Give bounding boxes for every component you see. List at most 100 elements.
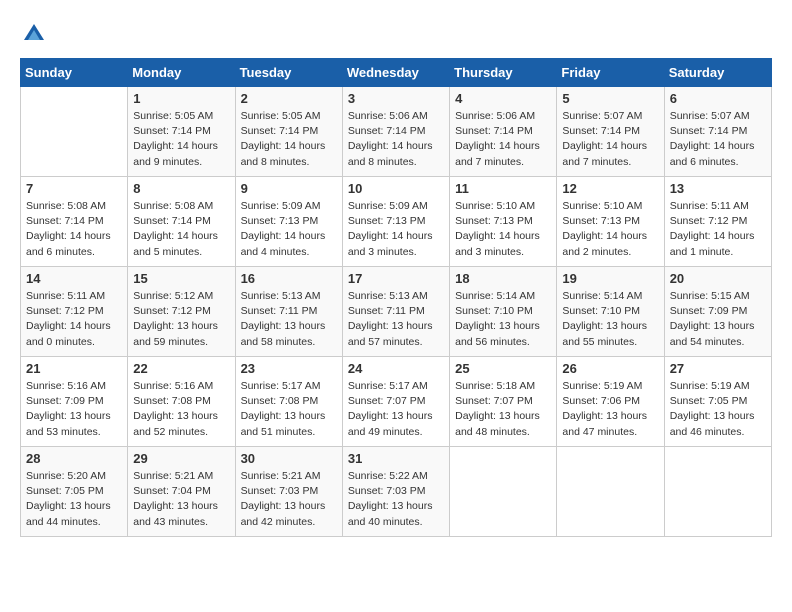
day-number: 24 — [348, 361, 444, 376]
day-info: Sunrise: 5:10 AM Sunset: 7:13 PM Dayligh… — [455, 199, 551, 260]
day-info: Sunrise: 5:06 AM Sunset: 7:14 PM Dayligh… — [455, 109, 551, 170]
day-number: 6 — [670, 91, 766, 106]
day-info: Sunrise: 5:05 AM Sunset: 7:14 PM Dayligh… — [241, 109, 337, 170]
calendar-header-row: SundayMondayTuesdayWednesdayThursdayFrid… — [21, 59, 772, 87]
day-info: Sunrise: 5:09 AM Sunset: 7:13 PM Dayligh… — [241, 199, 337, 260]
day-number: 21 — [26, 361, 122, 376]
day-info: Sunrise: 5:19 AM Sunset: 7:06 PM Dayligh… — [562, 379, 658, 440]
day-info: Sunrise: 5:15 AM Sunset: 7:09 PM Dayligh… — [670, 289, 766, 350]
calendar-cell: 31 Sunrise: 5:22 AM Sunset: 7:03 PM Dayli… — [342, 447, 449, 537]
calendar-cell: 7 Sunrise: 5:08 AM Sunset: 7:14 PM Daylig… — [21, 177, 128, 267]
day-info: Sunrise: 5:20 AM Sunset: 7:05 PM Dayligh… — [26, 469, 122, 530]
day-info: Sunrise: 5:16 AM Sunset: 7:08 PM Dayligh… — [133, 379, 229, 440]
day-number: 13 — [670, 181, 766, 196]
header-thursday: Thursday — [450, 59, 557, 87]
logo — [20, 20, 52, 48]
day-number: 4 — [455, 91, 551, 106]
day-number: 15 — [133, 271, 229, 286]
calendar-cell: 3 Sunrise: 5:06 AM Sunset: 7:14 PM Daylig… — [342, 87, 449, 177]
day-number: 30 — [241, 451, 337, 466]
day-info: Sunrise: 5:13 AM Sunset: 7:11 PM Dayligh… — [241, 289, 337, 350]
calendar-cell: 2 Sunrise: 5:05 AM Sunset: 7:14 PM Daylig… — [235, 87, 342, 177]
day-number: 27 — [670, 361, 766, 376]
calendar-cell: 10 Sunrise: 5:09 AM Sunset: 7:13 PM Dayli… — [342, 177, 449, 267]
day-number: 7 — [26, 181, 122, 196]
calendar-week-row: 28Sunrise: 5:20 AM Sunset: 7:05 PM Dayli… — [21, 447, 772, 537]
day-info: Sunrise: 5:12 AM Sunset: 7:12 PM Dayligh… — [133, 289, 229, 350]
calendar-cell: 22 Sunrise: 5:16 AM Sunset: 7:08 PM Dayli… — [128, 357, 235, 447]
day-number: 25 — [455, 361, 551, 376]
header-wednesday: Wednesday — [342, 59, 449, 87]
day-number: 16 — [241, 271, 337, 286]
calendar-cell: 5 Sunrise: 5:07 AM Sunset: 7:14 PM Daylig… — [557, 87, 664, 177]
calendar-cell: 20 Sunrise: 5:15 AM Sunset: 7:09 PM Dayli… — [664, 267, 771, 357]
day-number: 17 — [348, 271, 444, 286]
calendar-cell: 11 Sunrise: 5:10 AM Sunset: 7:13 PM Dayli… — [450, 177, 557, 267]
day-number: 11 — [455, 181, 551, 196]
day-info: Sunrise: 5:08 AM Sunset: 7:14 PM Dayligh… — [26, 199, 122, 260]
calendar-cell: 17 Sunrise: 5:13 AM Sunset: 7:11 PM Dayli… — [342, 267, 449, 357]
header-monday: Monday — [128, 59, 235, 87]
calendar-cell: 12 Sunrise: 5:10 AM Sunset: 7:13 PM Dayli… — [557, 177, 664, 267]
calendar-cell: 15 Sunrise: 5:12 AM Sunset: 7:12 PM Dayli… — [128, 267, 235, 357]
day-number: 26 — [562, 361, 658, 376]
calendar-cell: 4 Sunrise: 5:06 AM Sunset: 7:14 PM Daylig… — [450, 87, 557, 177]
calendar-cell: 29 Sunrise: 5:21 AM Sunset: 7:04 PM Dayli… — [128, 447, 235, 537]
calendar-cell: 8Sunrise: 5:08 AM Sunset: 7:14 PM Daylig… — [128, 177, 235, 267]
header-tuesday: Tuesday — [235, 59, 342, 87]
calendar-cell: 6 Sunrise: 5:07 AM Sunset: 7:14 PM Daylig… — [664, 87, 771, 177]
day-info: Sunrise: 5:17 AM Sunset: 7:08 PM Dayligh… — [241, 379, 337, 440]
day-info: Sunrise: 5:11 AM Sunset: 7:12 PM Dayligh… — [670, 199, 766, 260]
day-info: Sunrise: 5:21 AM Sunset: 7:04 PM Dayligh… — [133, 469, 229, 530]
calendar-cell: 26 Sunrise: 5:19 AM Sunset: 7:06 PM Dayli… — [557, 357, 664, 447]
day-number: 19 — [562, 271, 658, 286]
day-number: 20 — [670, 271, 766, 286]
day-info: Sunrise: 5:16 AM Sunset: 7:09 PM Dayligh… — [26, 379, 122, 440]
day-number: 9 — [241, 181, 337, 196]
calendar-cell: 28Sunrise: 5:20 AM Sunset: 7:05 PM Dayli… — [21, 447, 128, 537]
day-number: 31 — [348, 451, 444, 466]
calendar-cell: 14Sunrise: 5:11 AM Sunset: 7:12 PM Dayli… — [21, 267, 128, 357]
day-info: Sunrise: 5:07 AM Sunset: 7:14 PM Dayligh… — [562, 109, 658, 170]
calendar-cell: 27 Sunrise: 5:19 AM Sunset: 7:05 PM Dayli… — [664, 357, 771, 447]
calendar-week-row: 14Sunrise: 5:11 AM Sunset: 7:12 PM Dayli… — [21, 267, 772, 357]
calendar-cell: 13 Sunrise: 5:11 AM Sunset: 7:12 PM Dayli… — [664, 177, 771, 267]
day-info: Sunrise: 5:21 AM Sunset: 7:03 PM Dayligh… — [241, 469, 337, 530]
calendar-cell — [450, 447, 557, 537]
day-number: 10 — [348, 181, 444, 196]
calendar-cell: 16 Sunrise: 5:13 AM Sunset: 7:11 PM Dayli… — [235, 267, 342, 357]
day-info: Sunrise: 5:13 AM Sunset: 7:11 PM Dayligh… — [348, 289, 444, 350]
header-friday: Friday — [557, 59, 664, 87]
header-saturday: Saturday — [664, 59, 771, 87]
day-info: Sunrise: 5:14 AM Sunset: 7:10 PM Dayligh… — [562, 289, 658, 350]
header-sunday: Sunday — [21, 59, 128, 87]
calendar-cell: 24 Sunrise: 5:17 AM Sunset: 7:07 PM Dayli… — [342, 357, 449, 447]
calendar-cell — [664, 447, 771, 537]
day-info: Sunrise: 5:22 AM Sunset: 7:03 PM Dayligh… — [348, 469, 444, 530]
day-info: Sunrise: 5:17 AM Sunset: 7:07 PM Dayligh… — [348, 379, 444, 440]
calendar-cell: 1Sunrise: 5:05 AM Sunset: 7:14 PM Daylig… — [128, 87, 235, 177]
day-info: Sunrise: 5:08 AM Sunset: 7:14 PM Dayligh… — [133, 199, 229, 260]
calendar-cell — [21, 87, 128, 177]
day-number: 2 — [241, 91, 337, 106]
day-info: Sunrise: 5:19 AM Sunset: 7:05 PM Dayligh… — [670, 379, 766, 440]
logo-icon — [20, 20, 48, 48]
calendar-cell: 23Sunrise: 5:17 AM Sunset: 7:08 PM Dayli… — [235, 357, 342, 447]
day-number: 29 — [133, 451, 229, 466]
day-number: 5 — [562, 91, 658, 106]
day-info: Sunrise: 5:09 AM Sunset: 7:13 PM Dayligh… — [348, 199, 444, 260]
day-number: 3 — [348, 91, 444, 106]
calendar-week-row: 7 Sunrise: 5:08 AM Sunset: 7:14 PM Daylig… — [21, 177, 772, 267]
day-number: 1 — [133, 91, 229, 106]
day-info: Sunrise: 5:06 AM Sunset: 7:14 PM Dayligh… — [348, 109, 444, 170]
day-info: Sunrise: 5:10 AM Sunset: 7:13 PM Dayligh… — [562, 199, 658, 260]
day-info: Sunrise: 5:14 AM Sunset: 7:10 PM Dayligh… — [455, 289, 551, 350]
calendar-cell: 30 Sunrise: 5:21 AM Sunset: 7:03 PM Dayli… — [235, 447, 342, 537]
day-number: 18 — [455, 271, 551, 286]
calendar-cell — [557, 447, 664, 537]
day-number: 12 — [562, 181, 658, 196]
day-info: Sunrise: 5:07 AM Sunset: 7:14 PM Dayligh… — [670, 109, 766, 170]
calendar-table: SundayMondayTuesdayWednesdayThursdayFrid… — [20, 58, 772, 537]
day-number: 22 — [133, 361, 229, 376]
day-info: Sunrise: 5:11 AM Sunset: 7:12 PM Dayligh… — [26, 289, 122, 350]
